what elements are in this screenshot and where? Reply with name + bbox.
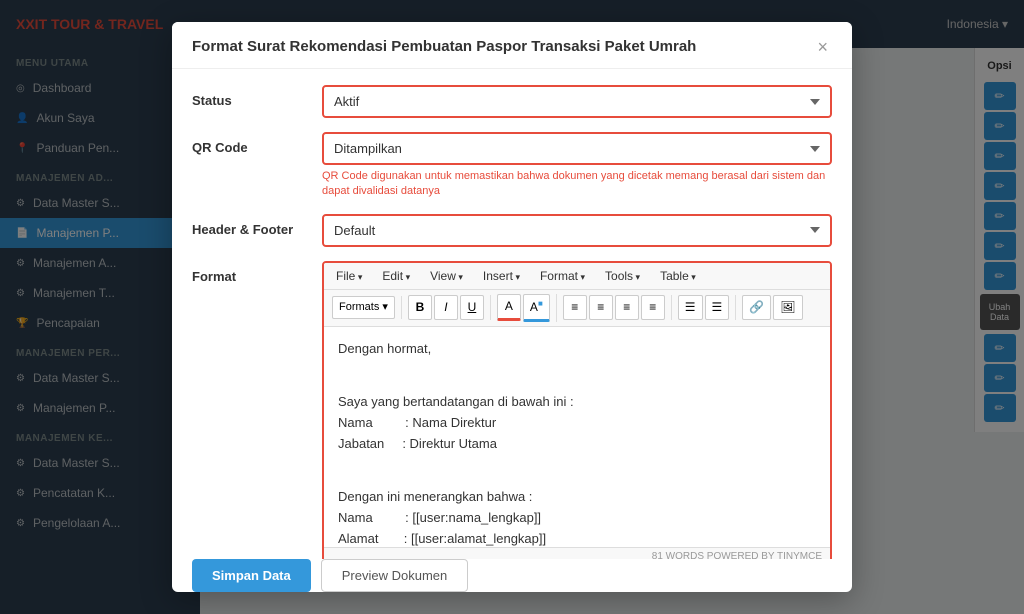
italic-button[interactable]: I xyxy=(434,295,458,320)
link-button[interactable]: 🔗 xyxy=(742,295,771,320)
formats-group: Formats ▾ xyxy=(332,296,402,319)
numbered-list-button[interactable]: ☰ xyxy=(705,295,730,320)
qr-code-label: QR Code xyxy=(192,132,322,155)
status-label: Status xyxy=(192,85,322,108)
status-control: Aktif Nonaktif xyxy=(322,85,832,118)
menu-insert[interactable]: Insert xyxy=(479,267,524,285)
editor-menubar: File Edit View Insert Format Tools Table xyxy=(324,263,830,290)
status-row: Status Aktif Nonaktif xyxy=(192,85,832,118)
align-right-button[interactable]: ≡ xyxy=(615,295,639,320)
editor-footer: 81 WORDS POWERED BY TINYMCE xyxy=(324,547,830,559)
qr-hint-text: QR Code digunakan untuk memastikan bahwa… xyxy=(322,169,832,200)
align-group: ≡ ≡ ≡ ≡ xyxy=(563,295,672,320)
modal-body: Status Aktif Nonaktif QR Code Ditampilka… xyxy=(172,69,852,559)
menu-format[interactable]: Format xyxy=(536,267,589,285)
header-footer-control: Default Custom Tidak Ada xyxy=(322,214,832,247)
qr-code-control: Ditampilkan Disembunyikan QR Code diguna… xyxy=(322,132,832,200)
formats-dropdown-btn[interactable]: Formats ▾ xyxy=(332,296,395,319)
menu-edit[interactable]: Edit xyxy=(378,267,414,285)
preview-dokumen-button[interactable]: Preview Dokumen xyxy=(321,559,469,592)
modal-dialog: Format Surat Rekomendasi Pembuatan Paspo… xyxy=(172,22,852,592)
qr-code-row: QR Code Ditampilkan Disembunyikan QR Cod… xyxy=(192,132,832,200)
bullet-list-button[interactable]: ☰ xyxy=(678,295,703,320)
editor-para-4 xyxy=(338,461,816,482)
modal-footer: Simpan Data Preview Dokumen xyxy=(172,559,852,592)
modal-title: Format Surat Rekomendasi Pembuatan Paspo… xyxy=(192,38,813,55)
editor-para-2 xyxy=(338,365,816,386)
underline-button[interactable]: U xyxy=(460,295,484,320)
align-justify-button[interactable]: ≡ xyxy=(641,295,665,320)
header-footer-select[interactable]: Default Custom Tidak Ada xyxy=(322,214,832,247)
simpan-data-button[interactable]: Simpan Data xyxy=(192,559,311,592)
text-style-group: B I U xyxy=(408,295,491,320)
highlight-color-button[interactable]: A■ xyxy=(523,294,550,322)
modal-overlay: Format Surat Rekomendasi Pembuatan Paspo… xyxy=(0,0,1024,614)
qr-code-select[interactable]: Ditampilkan Disembunyikan xyxy=(322,132,832,165)
menu-tools[interactable]: Tools xyxy=(601,267,644,285)
format-label: Format xyxy=(192,261,322,284)
font-color-button[interactable]: A xyxy=(497,294,521,321)
editor-para-1: Dengan hormat, xyxy=(338,339,816,360)
align-center-button[interactable]: ≡ xyxy=(589,295,613,320)
status-select[interactable]: Aktif Nonaktif xyxy=(322,85,832,118)
editor-toolbar: Formats ▾ B I U A A■ xyxy=(324,290,830,327)
menu-view[interactable]: View xyxy=(426,267,467,285)
editor-para-5: Dengan ini menerangkan bahwa : Nama : [[… xyxy=(338,487,816,546)
font-color-group: A A■ xyxy=(497,294,557,322)
modal-close-button[interactable]: × xyxy=(813,38,832,56)
bold-button[interactable]: B xyxy=(408,295,432,320)
link-image-group: 🔗 🖼 xyxy=(742,295,808,320)
header-footer-row: Header & Footer Default Custom Tidak Ada xyxy=(192,214,832,247)
tinymce-editor: File Edit View Insert Format Tools Table… xyxy=(322,261,832,559)
menu-table[interactable]: Table xyxy=(656,267,700,285)
format-row: Format File Edit View Insert Format Tool… xyxy=(192,261,832,559)
editor-content[interactable]: Dengan hormat, Saya yang bertandatangan … xyxy=(324,327,830,547)
list-group: ☰ ☰ xyxy=(678,295,737,320)
image-button[interactable]: 🖼 xyxy=(773,295,802,320)
header-footer-label: Header & Footer xyxy=(192,214,322,237)
modal-header: Format Surat Rekomendasi Pembuatan Paspo… xyxy=(172,22,852,69)
editor-para-3: Saya yang bertandatangan di bawah ini : … xyxy=(338,392,816,454)
align-left-button[interactable]: ≡ xyxy=(563,295,587,320)
format-control: File Edit View Insert Format Tools Table… xyxy=(322,261,832,559)
menu-file[interactable]: File xyxy=(332,267,366,285)
